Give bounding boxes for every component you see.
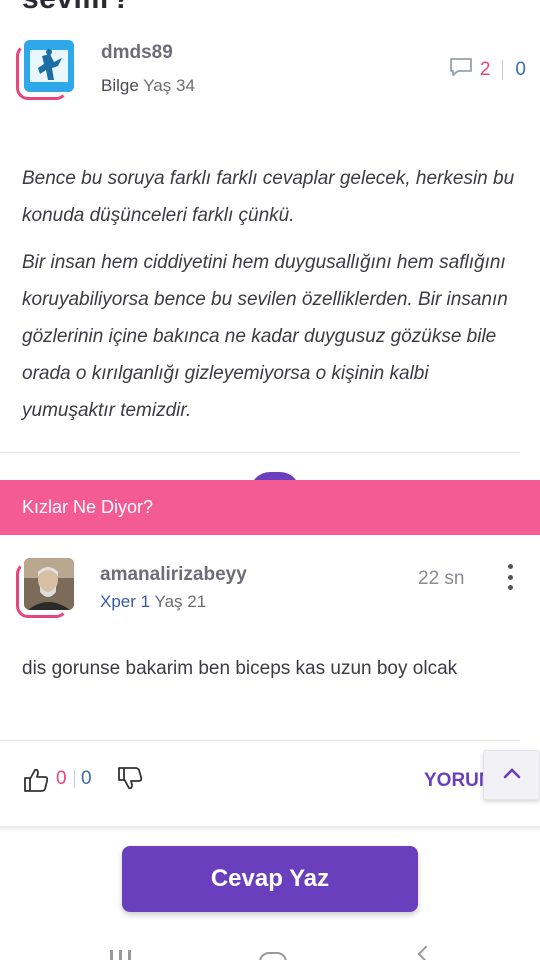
reply-button[interactable]: YORUM (424, 770, 484, 792)
like-icon[interactable] (22, 766, 50, 794)
author-avatar[interactable] (16, 38, 78, 100)
answer-body: Bence bu soruya farklı farklı cevaplar g… (22, 160, 522, 439)
count-divider (74, 770, 75, 788)
scroll-to-top-button[interactable] (483, 750, 540, 800)
chevron-up-icon (502, 766, 522, 785)
stats-divider (502, 60, 504, 80)
author-name[interactable]: dmds89 (101, 42, 173, 64)
more-options-icon[interactable] (503, 564, 517, 590)
author-age: Yaş 34 (143, 76, 195, 95)
recents-icon[interactable] (110, 950, 131, 960)
section-header: Kızlar Ne Diyor? (0, 480, 540, 535)
answer-author: dmds89 Bilge Yaş 34 2 0 (16, 38, 526, 108)
comment-time: 22 sn (418, 568, 465, 589)
comment-text: dis gorunse bakarim ben biceps kas uzun … (22, 658, 458, 679)
comment-author-level: Xper 1 (100, 592, 151, 611)
author-level: Bilge (101, 76, 139, 95)
comment-icon[interactable] (448, 56, 474, 84)
comment-author-name[interactable]: amanalirizabeyy (100, 564, 247, 586)
author-meta: Bilge Yaş 34 (101, 76, 195, 96)
like-count: 0 (56, 768, 67, 789)
section-title: Kızlar Ne Diyor? (22, 497, 154, 517)
answer-stats: 2 0 (448, 56, 526, 84)
divider (0, 826, 540, 832)
home-icon[interactable] (259, 952, 287, 960)
divider (0, 452, 520, 453)
comment-count: 2 (479, 59, 491, 80)
dislike-icon[interactable] (116, 764, 144, 792)
answer-paragraph: Bir insan hem ciddiyetini hem duygusallı… (22, 252, 508, 421)
avatar-image (24, 40, 74, 92)
divider (0, 740, 520, 741)
question-title-fragment: sevilir? (22, 0, 131, 16)
comment-author-age: Yaş 21 (154, 592, 207, 611)
comment-author-meta: Xper 1 Yaş 21 (100, 592, 206, 612)
share-count: 0 (515, 59, 526, 80)
comment-avatar[interactable] (24, 558, 74, 610)
back-icon[interactable] (417, 945, 435, 960)
write-answer-button[interactable]: Cevap Yaz (122, 846, 418, 912)
dislike-count: 0 (81, 768, 92, 789)
system-navigation-bar (0, 940, 540, 960)
answer-paragraph: Bence bu soruya farklı farklı cevaplar g… (22, 168, 515, 226)
comment-actions: 0 0 YORUM (0, 750, 540, 810)
